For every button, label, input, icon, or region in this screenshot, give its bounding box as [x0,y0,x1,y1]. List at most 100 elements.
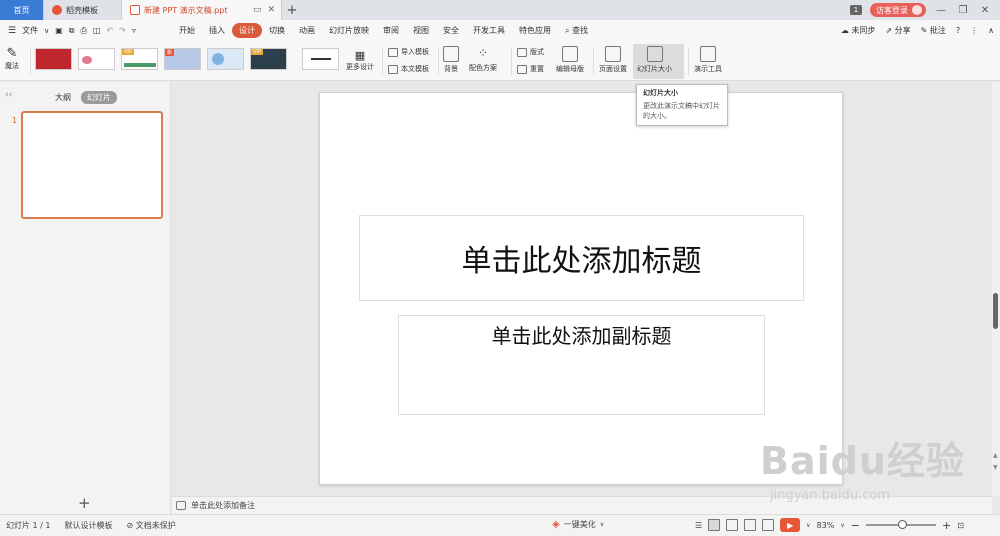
subtitle-placeholder[interactable]: 单击此处添加副标题 [398,315,765,415]
menu-view[interactable]: 视图 [406,23,436,38]
menu-slideshow[interactable]: 幻灯片放映 [322,23,376,38]
more-designs-button[interactable]: ▦ 更多设计 [346,49,374,72]
search-label: 查找 [572,26,589,35]
menu-animation[interactable]: 动画 [292,23,322,38]
zoom-slider-knob[interactable] [897,520,907,529]
notes-toggle-icon[interactable]: ☰ [695,521,702,530]
notes-bar[interactable]: 单击此处添加备注 [172,496,992,514]
design-thumb-7[interactable] [302,48,339,70]
share-button[interactable]: ⇗ 分享 [885,25,910,36]
presenter-view-button[interactable] [762,519,775,531]
magic-button[interactable]: ✎ 魔法 [5,46,19,71]
scroll-down-icon[interactable]: ▼ [993,464,998,471]
tab-document[interactable]: 新建 PPT 演示文稿.ppt ▭ ✕ [122,0,282,20]
tab-docer-templates[interactable]: 稻壳模板 [44,0,122,20]
color-scheme-button[interactable]: ⁘ 配色方案 [469,46,497,73]
background-button[interactable]: 背景 [443,46,459,74]
hamburger-icon[interactable]: ☰ [8,26,16,36]
beautify-label: 一键美化 [563,520,596,529]
save-icon[interactable]: ▣ [55,26,63,35]
login-button[interactable]: 访客登录 [870,3,926,17]
design-template-name[interactable]: 默认设计模板 [65,520,113,531]
login-label: 访客登录 [876,5,908,15]
reading-view-button[interactable] [744,519,757,531]
close-tab-icon[interactable]: ✕ [267,5,275,15]
import-template-button[interactable]: 导入模板 [388,47,429,57]
reset-button[interactable]: 重置 [517,64,544,74]
normal-view-button[interactable] [708,519,721,531]
scrollbar-thumb[interactable] [993,293,998,329]
fit-window-icon[interactable]: ⊡ [957,521,964,530]
menu-developer[interactable]: 开发工具 [466,23,512,38]
design-thumb-2[interactable] [78,48,115,70]
more-icon[interactable]: ⋮ [970,26,978,35]
slide-thumbnail-1[interactable] [21,111,163,219]
page-setup-button[interactable]: 页面设置 [599,46,627,74]
chevron-down-icon[interactable]: ∨ [44,27,49,35]
design-thumb-1[interactable] [35,48,72,70]
vertical-scrollbar[interactable]: ▲ ▼ [992,82,1000,496]
play-options-icon[interactable]: ∨ [806,522,810,529]
menu-features[interactable]: 特色应用 [512,23,558,38]
menu-insert[interactable]: 插入 [202,23,232,38]
menu-start[interactable]: 开始 [172,23,202,38]
restore-icon[interactable]: ❐ [956,5,970,16]
export-icon[interactable]: ⧉ [69,26,75,36]
layout-button[interactable]: 版式 [517,47,544,57]
minimize-icon[interactable]: — [934,5,948,16]
print-icon[interactable]: ⎙ [80,26,86,36]
quick-access-more-icon[interactable]: ▿ [132,26,136,35]
undo-icon[interactable]: ↶ [106,26,113,35]
ppt-file-icon [130,5,140,15]
zoom-dropdown-icon[interactable]: ∨ [840,522,844,529]
collapse-ribbon-icon[interactable]: ∧ [988,26,994,35]
menu-design[interactable]: 设计 [232,23,262,38]
add-slide-button[interactable]: + [78,494,91,512]
magic-wand-icon: ✎ [6,46,18,61]
menu-review[interactable]: 审阅 [376,23,406,38]
design-thumb-3[interactable]: VIP [121,48,158,70]
slide-size-button[interactable]: 幻灯片大小 [637,46,672,74]
tab-home[interactable]: 首页 [0,0,44,20]
collapse-panel-icon[interactable]: ‹‹ [5,90,12,100]
zoom-slider[interactable] [865,520,936,529]
tab-outline[interactable]: 大纲 [55,92,71,103]
comment-button[interactable]: ✎ 批注 [921,25,946,36]
beautify-button[interactable]: ◈ 一键美化 ∨ [552,519,604,530]
present-tools-button[interactable]: 演示工具 [694,46,722,74]
this-doc-template-button[interactable]: 本文模板 [388,64,429,74]
status-bar: 幻灯片 1 / 1 默认设计模板 ⊘ 文档未保护 ◈ 一键美化 ∨ ☰ ▶ ∨ … [0,514,1000,536]
zoom-level[interactable]: 83% [817,521,835,530]
new-tab-button[interactable]: + [282,0,302,20]
menu-transition[interactable]: 切换 [262,23,292,38]
notes-placeholder[interactable]: 单击此处添加备注 [191,500,255,511]
menu-security[interactable]: 安全 [436,23,466,38]
file-menu[interactable]: 文件 [22,25,38,36]
page-setup-icon [605,46,621,62]
tab-slides[interactable]: 幻灯片 [81,91,117,104]
help-icon[interactable]: ? [956,26,960,35]
design-thumb-4[interactable]: 新 [164,48,201,70]
search-menu[interactable]: ⌕ 查找 [558,23,595,38]
scroll-up-icon[interactable]: ▲ [993,452,998,459]
ribbon-divider [438,47,439,75]
zoom-out-button[interactable]: − [851,519,860,532]
zoom-in-button[interactable]: + [942,519,951,532]
design-thumb-5[interactable] [207,48,244,70]
preview-icon[interactable]: ◫ [93,26,101,35]
design-thumb-6[interactable]: VIP [250,48,287,70]
redo-icon[interactable]: ↷ [119,26,126,35]
slide-1[interactable]: 单击此处添加标题 单击此处添加副标题 [319,92,843,485]
close-window-icon[interactable]: ✕ [978,5,992,16]
title-placeholder[interactable]: 单击此处添加标题 [359,215,804,301]
background-icon [443,46,459,62]
sync-label: 未同步 [851,26,876,35]
slide-sorter-button[interactable] [726,519,739,531]
play-button[interactable]: ▶ [780,518,801,532]
page-indicator[interactable]: 1 [850,5,862,15]
protection-status[interactable]: ⊘ 文档未保护 [127,520,176,531]
sync-status[interactable]: ☁ 未同步 [841,25,876,36]
slide-number: 1 [12,116,18,125]
screen-icon[interactable]: ▭ [253,5,262,15]
edit-master-button[interactable]: 编辑母版 [556,46,584,74]
